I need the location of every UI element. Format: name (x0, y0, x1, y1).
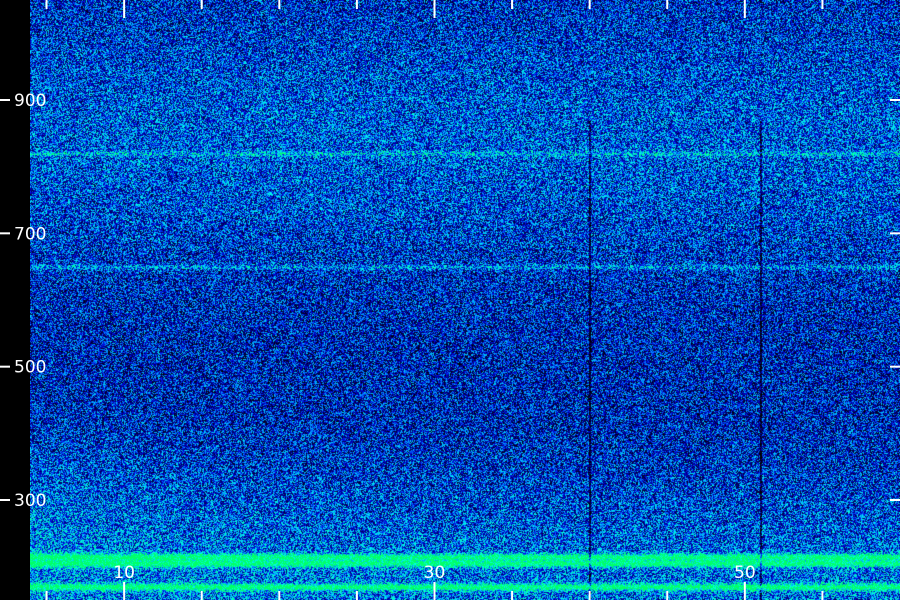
x-tick-label: 50 (734, 563, 756, 583)
x-tick-label: 30 (424, 563, 446, 583)
y-tick-label: 900 (14, 91, 46, 111)
x-tick-label: 10 (113, 563, 135, 583)
y-tick-label: 700 (14, 224, 46, 244)
y-tick-label: 300 (14, 491, 46, 511)
spectrogram-viewer: 10 30 50 900 700 500 300 (0, 0, 900, 600)
y-tick-label: 500 (14, 358, 46, 378)
axis-overlay: 10 30 50 900 700 500 300 (0, 0, 900, 600)
